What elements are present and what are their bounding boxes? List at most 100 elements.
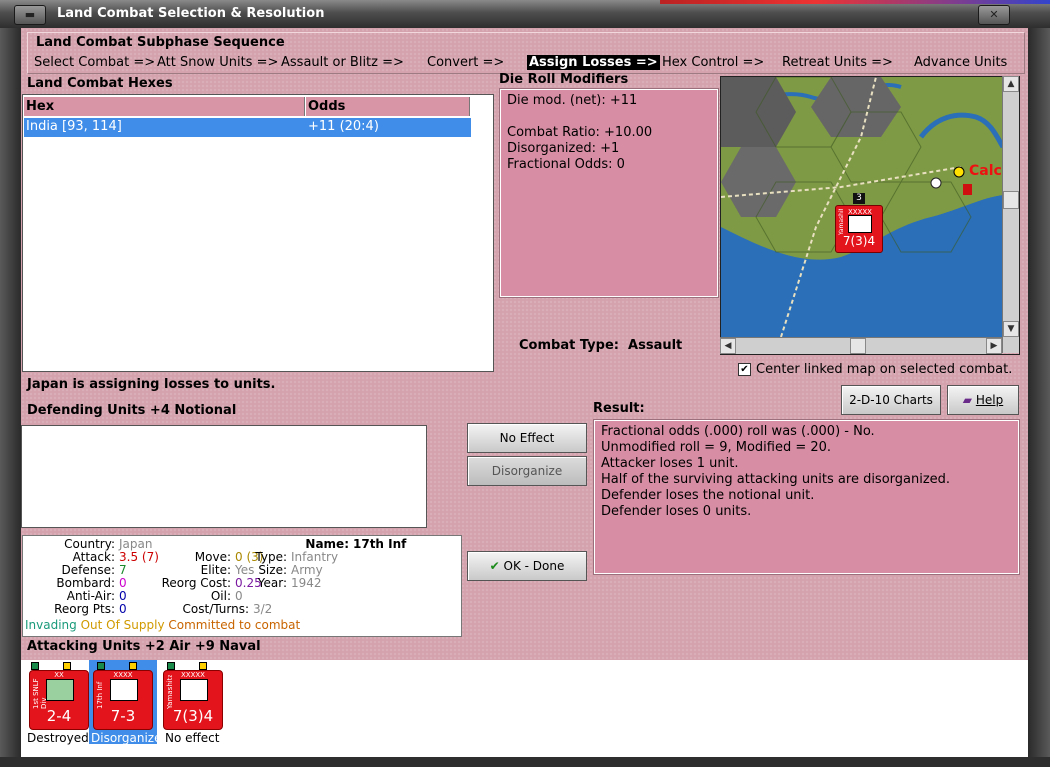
antiair-key: Anti-Air:: [66, 589, 115, 603]
unit-counter[interactable]: XX 1st SNLF Div 2-4: [29, 670, 89, 730]
unit-marker-icon: [129, 662, 137, 670]
ok-done-button[interactable]: ✔ OK - Done: [467, 551, 587, 581]
infantry-symbol-icon: [848, 215, 872, 233]
attack-key: Attack:: [72, 550, 115, 564]
unit-marker-icon: [199, 662, 207, 670]
type-value: Infantry: [291, 550, 339, 564]
attacking-unit-yamashita[interactable]: XXXXX Yamashita 7(3)4 No effect: [161, 662, 229, 746]
elite-value: Yes: [235, 563, 255, 577]
bombard-value: 0: [119, 576, 127, 590]
background-strip: [660, 0, 1050, 4]
column-header-odds[interactable]: Odds: [306, 97, 470, 116]
seq-step-advance-units: Advance Units: [914, 55, 1008, 70]
type-key: Type:: [255, 550, 287, 564]
city-label: Calc: [969, 163, 1002, 179]
unit-info: Country: Japan Attack: 3.5 (7) Defense: …: [22, 535, 462, 637]
reorg-pts-key: Reorg Pts:: [54, 602, 115, 616]
unit-counter[interactable]: XXXX 17th Inf 7-3: [93, 670, 153, 730]
unit-status: Disorganized: [91, 731, 170, 745]
linked-map[interactable]: Calc 3 XXXXX Yamashita 7(3)4: [720, 76, 1020, 355]
counter-strength: 2-4: [46, 707, 72, 725]
charts-button[interactable]: 2-D-10 Charts: [841, 385, 941, 415]
combat-hexes-table[interactable]: Hex Odds India [93, 114] +11 (20:4): [22, 94, 494, 372]
subphase-sequence: Land Combat Subphase Sequence Select Com…: [27, 32, 1025, 74]
checkmark-icon: ✔: [489, 559, 500, 573]
scroll-right-icon[interactable]: ▶: [986, 338, 1002, 354]
unit-marker-icon: [31, 662, 39, 670]
defending-units-list[interactable]: [21, 425, 427, 528]
help-button[interactable]: ▰ Help: [947, 385, 1019, 415]
infantry-symbol-icon: [180, 679, 208, 701]
window-frame-bottom: [0, 757, 1050, 767]
fractional-odds: Fractional Odds: 0: [507, 157, 625, 172]
scroll-up-icon[interactable]: ▲: [1003, 76, 1019, 92]
disorganize-button[interactable]: Disorganize: [467, 456, 587, 486]
result-line: Defender loses 0 units.: [601, 504, 752, 519]
sequence-title: Land Combat Subphase Sequence: [36, 35, 285, 50]
attacking-title: Attacking Units +2 Air +9 Naval: [27, 639, 261, 654]
center-map-checkbox[interactable]: ✔: [738, 363, 751, 376]
unit-marker-icon: [63, 662, 71, 670]
reorg-pts-value: 0: [119, 602, 127, 616]
system-menu-button[interactable]: ▬: [14, 5, 46, 25]
seq-step-assign-losses: Assign Losses =>: [527, 55, 660, 70]
die-roll-modifiers: Die mod. (net): +11 Combat Ratio: +10.00…: [499, 88, 719, 298]
map-counter-strength: 7(3)4: [842, 234, 876, 248]
map-vertical-scrollbar[interactable]: ▲ ▼: [1002, 76, 1019, 353]
combat-type-value: Assault: [628, 338, 683, 353]
attacking-unit-17th-inf[interactable]: XXXX 17th Inf 7-3 Disorganized: [89, 660, 169, 745]
close-button[interactable]: ✕: [978, 5, 1010, 25]
table-row[interactable]: India [93, 114] +11 (20:4): [24, 118, 471, 137]
unit-marker-icon: [167, 662, 175, 670]
column-header-hex[interactable]: Hex: [24, 97, 305, 116]
center-map-label: Center linked map on selected combat.: [756, 362, 1013, 377]
scroll-left-icon[interactable]: ◀: [720, 338, 736, 354]
cost-turns-value: 3/2: [253, 602, 273, 616]
result-title: Result:: [593, 401, 645, 416]
window-frame-right: [1028, 28, 1050, 767]
seq-step-assault-or-blitz: Assault or Blitz =>: [281, 55, 404, 70]
unit-status: No effect: [165, 731, 220, 745]
stack-count: 3: [853, 193, 865, 204]
counter-name: Yamashita: [166, 675, 174, 709]
marine-symbol-icon: [46, 679, 74, 701]
scroll-thumb-horizontal[interactable]: [850, 338, 866, 354]
scroll-thumb-vertical[interactable]: [1003, 191, 1019, 209]
year-value: 1942: [291, 576, 322, 590]
unit-status-line: Invading Out Of Supply Committed to comb…: [25, 618, 300, 632]
cell-odds: +11 (20:4): [308, 119, 379, 134]
bombard-key: Bombard:: [56, 576, 115, 590]
status-committed: Committed to combat: [168, 618, 301, 632]
attack-value: 3.5 (7): [119, 550, 159, 564]
combat-ratio: Combat Ratio: +10.00: [507, 125, 653, 140]
window-title: Land Combat Selection & Resolution: [57, 6, 325, 21]
no-effect-button[interactable]: No Effect: [467, 423, 587, 453]
cost-turns-key: Cost/Turns:: [182, 602, 249, 616]
country-key: Country:: [64, 537, 115, 551]
center-map-option[interactable]: ✔ Center linked map on selected combat.: [738, 362, 1012, 377]
attacking-unit-1st-snlf[interactable]: XX 1st SNLF Div 2-4 Destroyed: [25, 662, 93, 746]
die-roll-title: Die Roll Modifiers: [499, 72, 629, 87]
scroll-down-icon[interactable]: ▼: [1003, 321, 1019, 337]
die-mod-net: Die mod. (net): +11: [507, 93, 638, 108]
status-invading: Invading: [25, 618, 77, 632]
help-button-label: Help: [975, 393, 1004, 407]
infantry-symbol-icon: [110, 679, 138, 701]
combat-type: Combat Type: Assault: [519, 338, 682, 353]
disorganized-mod: Disorganized: +1: [507, 141, 620, 156]
unit-counter[interactable]: XXXXX Yamashita 7(3)4: [163, 670, 223, 730]
seq-step-convert: Convert =>: [427, 55, 505, 70]
map-unit-counter[interactable]: XXXXX Yamashita 7(3)4: [835, 205, 883, 253]
move-key: Move:: [194, 550, 231, 564]
title-bar[interactable]: ▬ Land Combat Selection & Resolution ✕: [0, 0, 1050, 28]
counter-name: 17th Inf: [96, 681, 104, 709]
result-line: Fractional odds (.000) roll was (.000) -…: [601, 424, 875, 439]
map-counter-name: Yamashita: [838, 209, 845, 235]
year-key: Year:: [257, 576, 287, 590]
status-out-of-supply: Out Of Supply: [80, 618, 165, 632]
elite-key: Elite:: [200, 563, 231, 577]
attacking-units-list[interactable]: XX 1st SNLF Div 2-4 Destroyed XXXX 17th …: [21, 660, 1028, 757]
status-message: Japan is assigning losses to units.: [27, 377, 276, 392]
map-horizontal-scrollbar[interactable]: ◀ ▶: [720, 337, 1002, 354]
name-value: 17th Inf: [353, 537, 407, 551]
